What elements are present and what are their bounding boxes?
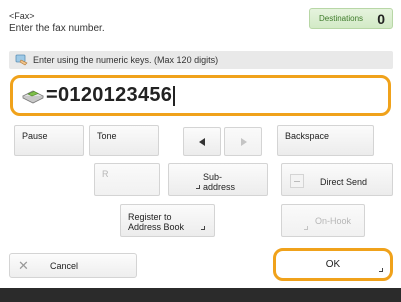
close-icon: ✕ (18, 258, 29, 273)
on-hook-label: On-Hook (315, 216, 352, 226)
cursor-left-button[interactable] (183, 127, 221, 156)
tone-button[interactable]: Tone (89, 125, 159, 156)
fax-machine-icon (22, 90, 44, 103)
subaddress-label: Sub-address (203, 172, 236, 192)
arrow-right-icon (241, 137, 247, 146)
keypad-hand-icon (15, 54, 28, 66)
r-label: R (102, 169, 109, 179)
arrow-left-icon (199, 137, 205, 146)
fax-number-input[interactable]: = 0120123456 (10, 75, 391, 116)
cancel-button[interactable]: ✕ Cancel (9, 253, 137, 278)
ok-button[interactable]: OK (273, 248, 393, 281)
ok-label: OK (325, 259, 341, 270)
direct-send-label: Direct Send (320, 177, 368, 187)
cancel-label: Cancel (50, 261, 79, 271)
pause-label: Pause (22, 131, 48, 141)
destinations-button[interactable]: Destinations 0 (309, 8, 393, 29)
destinations-count: 0 (377, 10, 385, 27)
subaddress-button[interactable]: Sub-address (168, 163, 268, 196)
register-corner-icon (201, 226, 205, 230)
direct-send-button[interactable]: Direct Send (281, 163, 393, 196)
direct-send-checkbox (290, 174, 304, 188)
register-label: Register to Address Book (128, 212, 185, 232)
number-prefix: = (46, 84, 58, 106)
instruction-bar: Enter using the numeric keys. (Max 120 d… (9, 51, 393, 69)
text-caret (173, 85, 175, 106)
destinations-label: Destinations (319, 14, 364, 23)
screen-title: <Fax> (9, 11, 35, 21)
bottom-status-bar (0, 288, 401, 302)
register-address-book-button[interactable]: Register to Address Book (120, 204, 215, 237)
subaddress-corner-icon (196, 185, 200, 189)
cursor-right-button[interactable] (224, 127, 262, 156)
on-hook-button[interactable]: On-Hook (281, 204, 365, 237)
pause-button[interactable]: Pause (14, 125, 84, 156)
backspace-button[interactable]: Backspace (277, 125, 374, 156)
backspace-label: Backspace (285, 131, 330, 141)
r-button[interactable]: R (94, 163, 160, 196)
on-hook-corner-icon (304, 226, 308, 230)
tone-label: Tone (97, 131, 117, 141)
instruction-text: Enter using the numeric keys. (Max 120 d… (33, 55, 219, 65)
screen-subtitle: Enter the fax number. (9, 23, 105, 34)
ok-corner-icon (379, 268, 383, 272)
fax-number-value: 0120123456 (57, 84, 173, 106)
